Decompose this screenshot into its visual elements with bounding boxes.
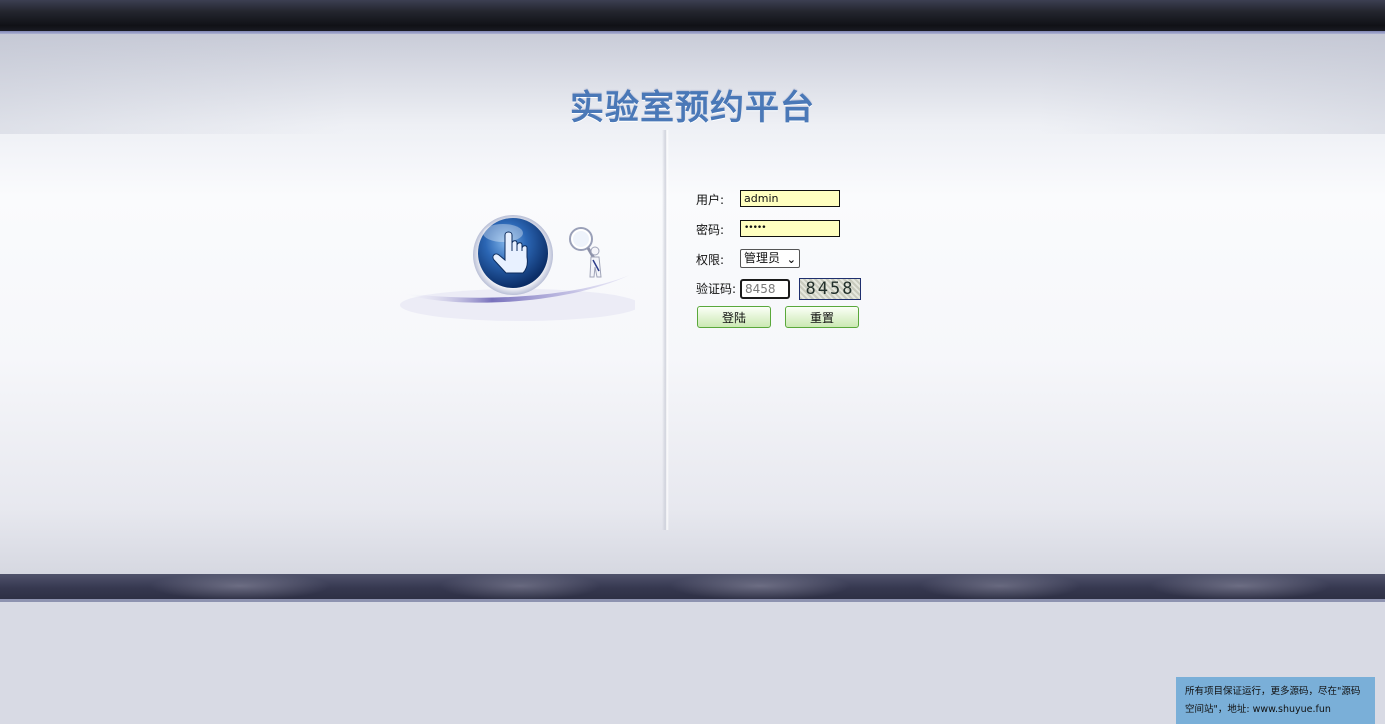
username-label: 用户: (696, 193, 725, 207)
vertical-divider (662, 130, 669, 530)
login-button[interactable]: 登陆 (697, 306, 771, 328)
source-notice: 所有项目保证运行，更多源码，尽在"源码 空间站"，地址: www.shuyue.… (1176, 677, 1375, 724)
reset-button[interactable]: 重置 (785, 306, 859, 328)
bottom-band (0, 574, 1385, 602)
notice-line-2[interactable]: 空间站"，地址: www.shuyue.fun (1185, 701, 1367, 719)
username-input[interactable]: admin (740, 190, 840, 207)
role-label: 权限: (696, 253, 725, 267)
login-form: 用户: admin 密码: ••••• 权限: 管理员 ⌄ 验证码: 8458 … (696, 188, 896, 333)
captcha-label: 验证码: (696, 282, 737, 296)
notice-line-1: 所有项目保证运行，更多源码，尽在"源码 (1185, 686, 1361, 697)
chevron-down-icon: ⌄ (786, 253, 796, 266)
top-bar (0, 0, 1385, 32)
password-label: 密码: (696, 223, 725, 237)
logo-hand-globe-icon (395, 205, 640, 335)
captcha-image-text: 8458 (805, 279, 855, 299)
page-title: 实验室预约平台 (570, 88, 815, 128)
role-select[interactable]: 管理员 ⌄ (740, 249, 800, 268)
password-input[interactable]: ••••• (740, 220, 840, 237)
captcha-input[interactable]: 8458 (740, 279, 790, 299)
role-selected-value: 管理员 (744, 251, 781, 265)
captcha-image[interactable]: 8458 (799, 278, 861, 300)
